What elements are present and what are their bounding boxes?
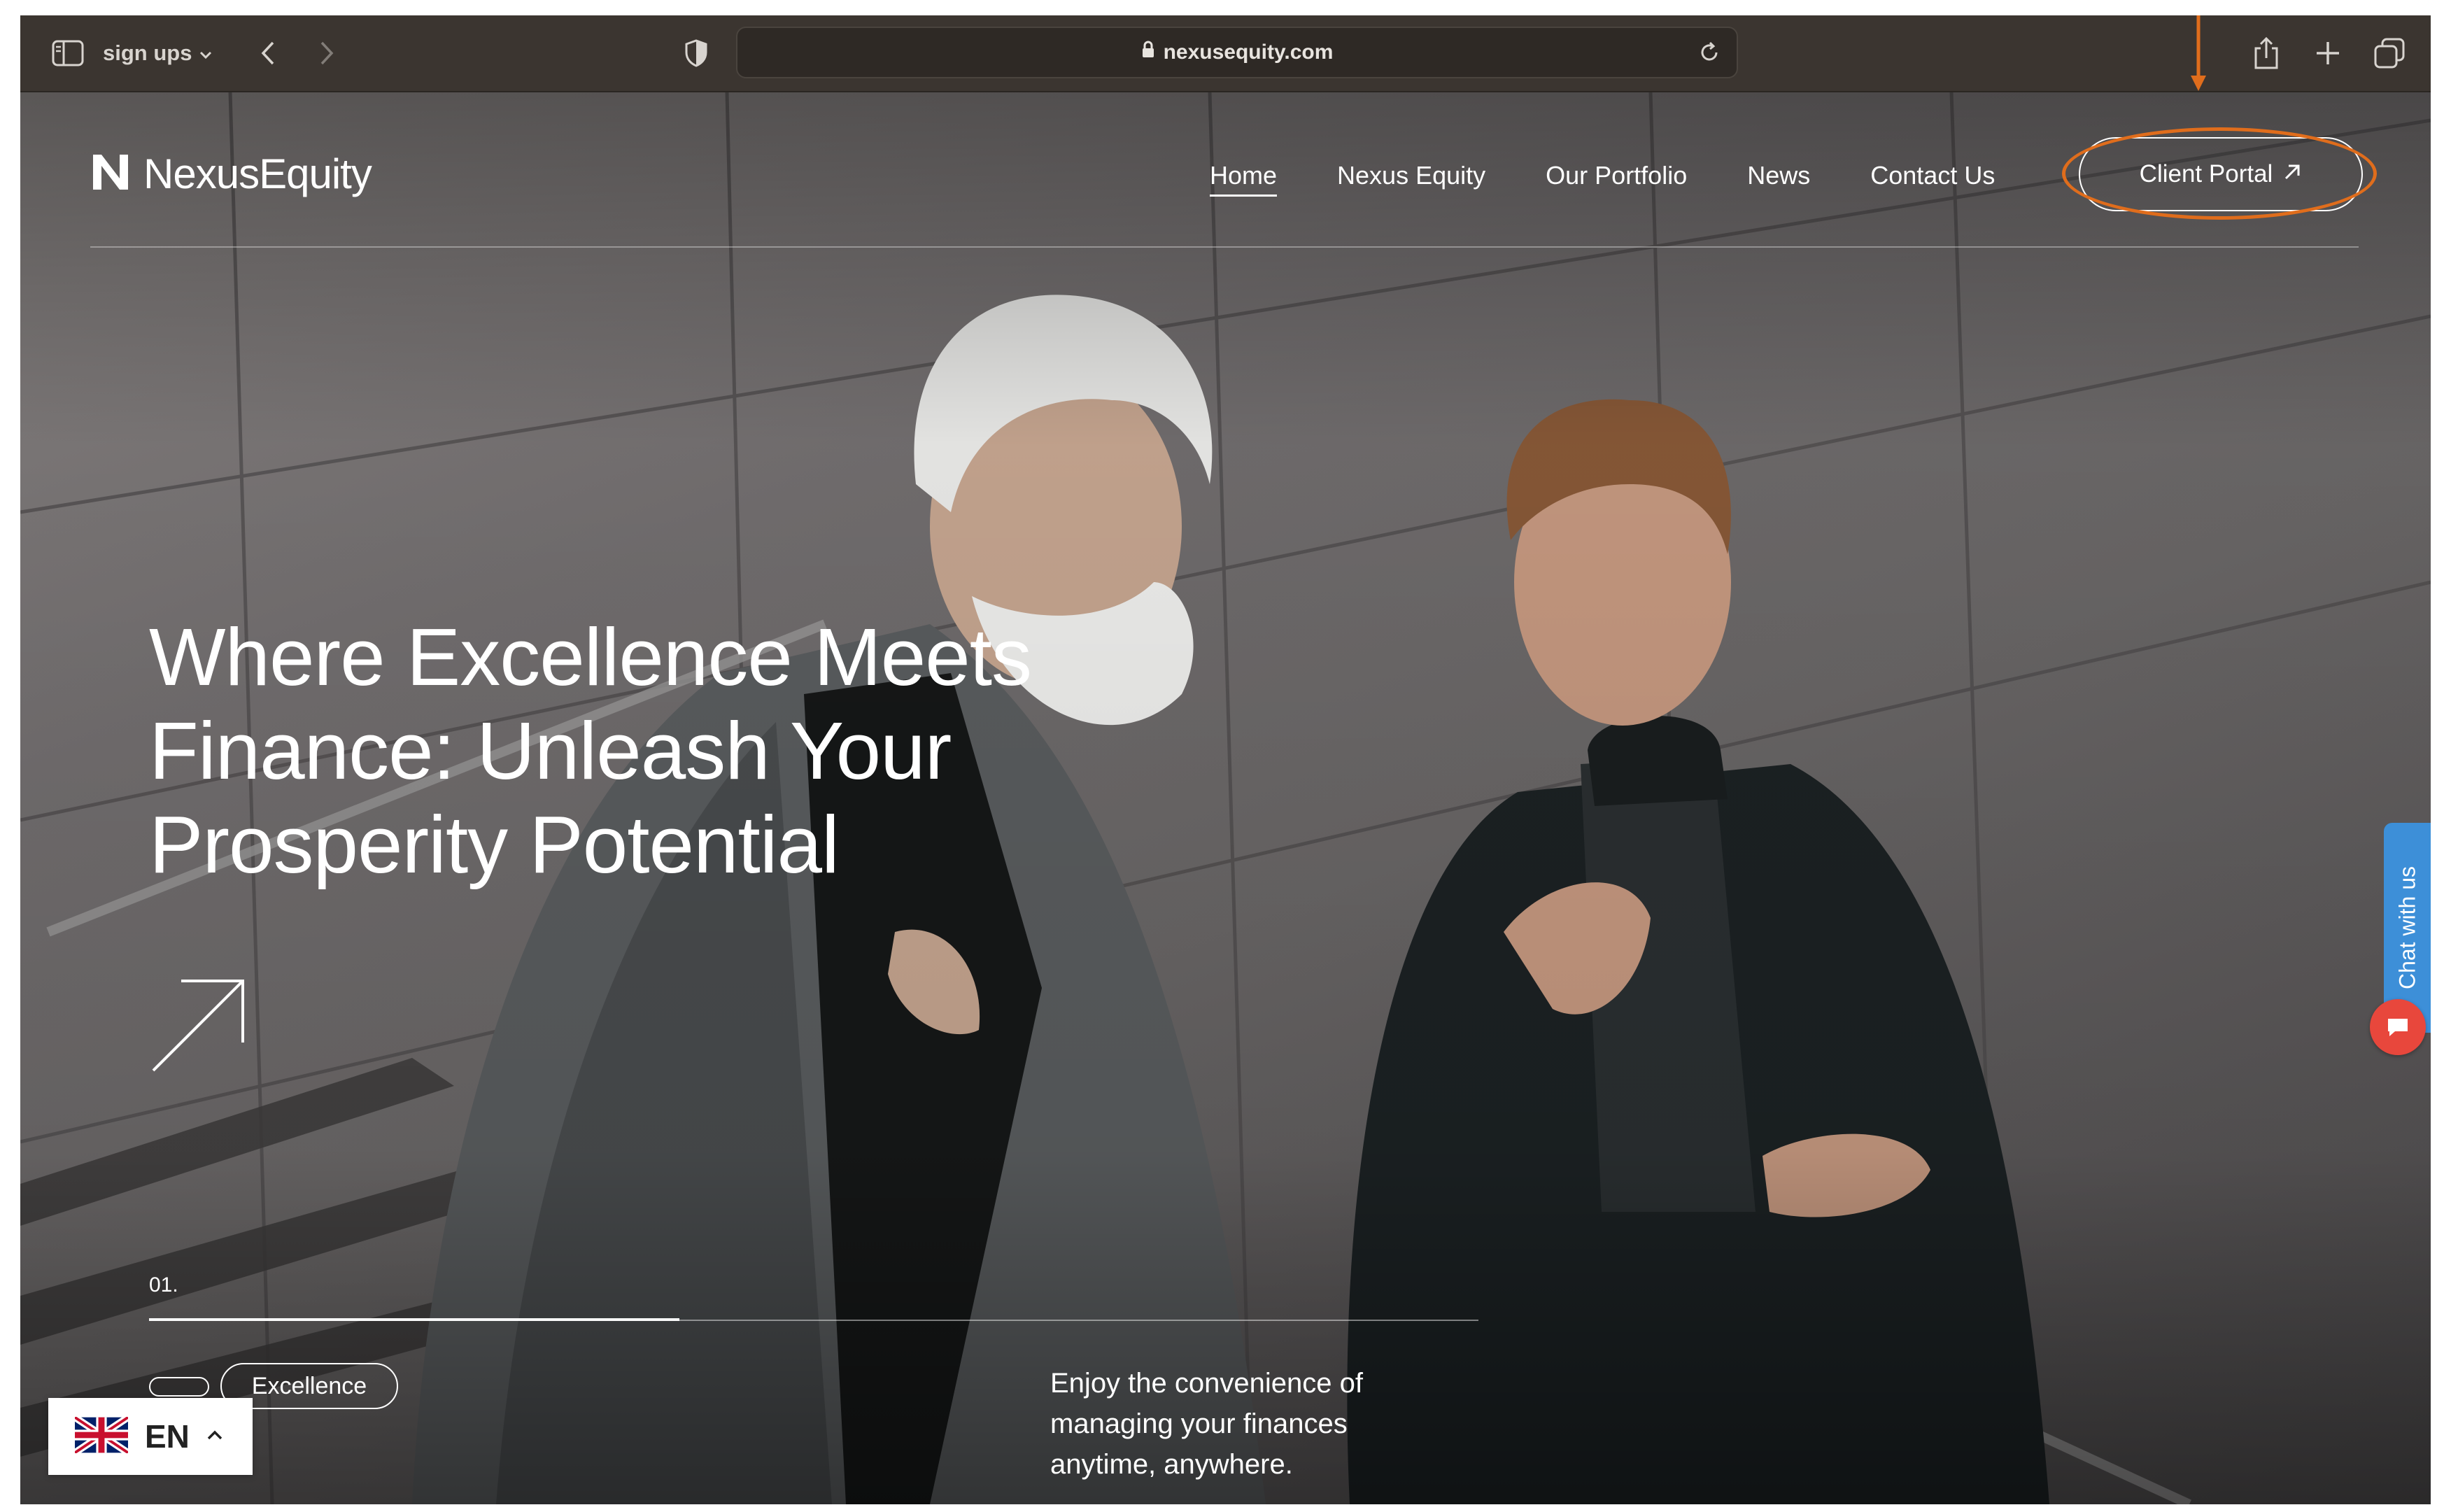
lock-icon	[1141, 41, 1155, 64]
arrow-up-right-icon[interactable]	[149, 977, 247, 1078]
browser-window: sign ups nexusequity.com NexusEquity Hom…	[20, 15, 2431, 1504]
tab-group-label: sign ups	[103, 41, 192, 65]
language-selector[interactable]: EN	[48, 1398, 253, 1475]
headline-line-2: Finance: Unleash Your	[149, 705, 952, 796]
plus-icon[interactable]	[2307, 31, 2349, 76]
forward-arrow-icon[interactable]	[307, 32, 346, 74]
address-bar[interactable]: nexusequity.com	[736, 27, 1738, 78]
tagline-line-3: anytime, anywhere.	[1050, 1449, 1293, 1480]
highlight-annotation	[2062, 127, 2377, 220]
sidebar-icon[interactable]	[48, 32, 87, 74]
browser-toolbar: sign ups nexusequity.com	[20, 15, 2431, 92]
tagline-line-2: managing your finances	[1050, 1408, 1348, 1439]
tabs-icon[interactable]	[2368, 31, 2410, 76]
nav-news[interactable]: News	[1747, 161, 1810, 197]
shield-icon[interactable]	[677, 32, 716, 74]
nav-contact-us[interactable]: Contact Us	[1870, 161, 1995, 197]
hero-headline: Where Excellence Meets Finance: Unleash …	[149, 610, 1199, 891]
main-nav: Home Nexus Equity Our Portfolio News Con…	[1210, 161, 1995, 197]
back-arrow-icon[interactable]	[248, 32, 288, 74]
nav-divider	[90, 246, 2359, 248]
logo-text: NexusEquity	[143, 150, 372, 197]
share-icon[interactable]	[2245, 31, 2287, 76]
nav-our-portfolio[interactable]: Our Portfolio	[1546, 161, 1687, 197]
language-code: EN	[145, 1418, 190, 1455]
logo[interactable]: NexusEquity	[90, 150, 372, 198]
tagline-line-1: Enjoy the convenience of	[1050, 1368, 1363, 1399]
headline-line-1: Where Excellence Meets	[149, 612, 1032, 702]
uk-flag-icon	[73, 1413, 130, 1457]
chat-icon[interactable]	[2370, 999, 2426, 1055]
n-logo-icon	[90, 152, 131, 196]
reload-icon[interactable]	[1690, 34, 1728, 71]
tab-group-selector[interactable]: sign ups	[103, 35, 213, 71]
chat-tab-label: Chat with us	[2394, 865, 2420, 990]
headline-line-3: Prosperity Potential	[149, 799, 840, 890]
slide-progress-active	[149, 1318, 679, 1321]
chevron-down-icon	[199, 41, 213, 66]
annotation-arrow	[2188, 15, 2209, 96]
chevron-up-icon	[206, 1429, 223, 1444]
url-text: nexusequity.com	[1163, 41, 1334, 64]
nav-home[interactable]: Home	[1210, 161, 1278, 197]
slide-pill-empty[interactable]	[149, 1377, 209, 1397]
hero-tagline: Enjoy the convenience of managing your f…	[1050, 1363, 1498, 1485]
slide-number: 01.	[149, 1273, 178, 1296]
hero-section: NexusEquity Home Nexus Equity Our Portfo…	[20, 92, 2431, 1504]
pill-label: Excellence	[251, 1372, 367, 1399]
nav-nexus-equity[interactable]: Nexus Equity	[1337, 161, 1485, 197]
